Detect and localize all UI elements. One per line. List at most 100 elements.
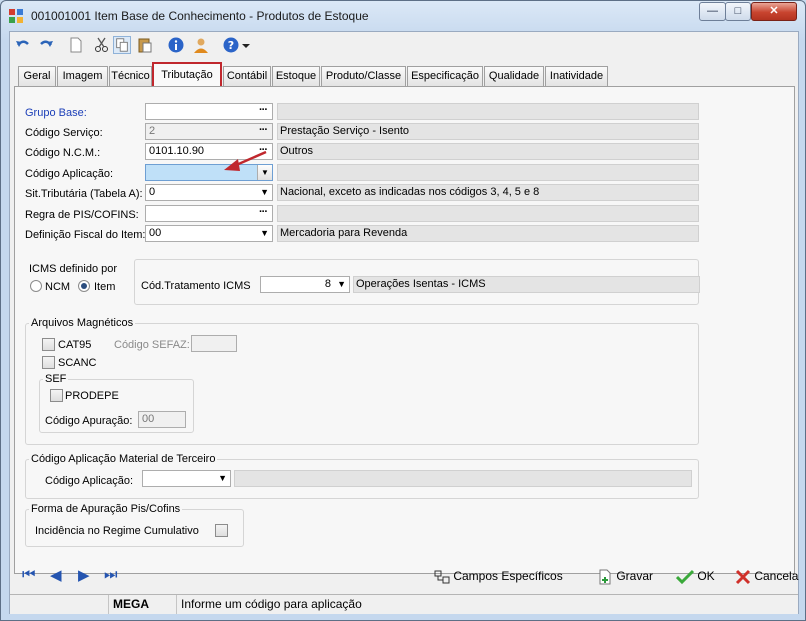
info-icon[interactable] bbox=[167, 36, 185, 54]
terceiro-aplicacao-desc bbox=[234, 470, 692, 487]
tratamento-select[interactable]: 8 ▼ bbox=[260, 276, 350, 293]
grupo-base-label: Grupo Base: bbox=[25, 107, 87, 119]
dropdown-icon[interactable] bbox=[240, 36, 252, 54]
tab-tributacao[interactable]: Tributação bbox=[152, 62, 222, 86]
definicao-fiscal-desc: Mercadoria para Revenda bbox=[277, 225, 699, 242]
regra-pis-desc bbox=[277, 205, 699, 222]
icms-tratamento-group: Cód.Tratamento ICMS 8 ▼ Operações Isenta… bbox=[134, 259, 700, 305]
redo-icon[interactable] bbox=[37, 36, 55, 54]
status-blank-segment bbox=[10, 595, 108, 614]
campos-especificos-button[interactable]: Campos Específicos bbox=[434, 566, 563, 586]
tab-qualidade[interactable]: Qualidade bbox=[484, 66, 544, 86]
tab-imagem[interactable]: Imagem bbox=[57, 66, 108, 86]
tab-inatividade[interactable]: Inatividade bbox=[545, 66, 608, 86]
tab-contabil[interactable]: Contábil bbox=[223, 66, 271, 86]
regra-pis-label: Regra de PIS/COFINS: bbox=[25, 209, 139, 221]
icms-item-radio[interactable] bbox=[78, 280, 90, 292]
paste-icon[interactable] bbox=[136, 36, 154, 54]
chevron-down-icon[interactable]: ▼ bbox=[260, 226, 269, 241]
codigo-ncm-desc: Outros bbox=[277, 143, 699, 160]
tab-geral[interactable]: Geral bbox=[18, 66, 56, 86]
cat95-checkbox[interactable] bbox=[42, 338, 55, 351]
scanc-checkbox[interactable] bbox=[42, 356, 55, 369]
cat95-label: CAT95 bbox=[58, 339, 92, 351]
last-record-icon[interactable]: ⏭ bbox=[104, 566, 118, 583]
close-button[interactable]: ✕ bbox=[751, 2, 797, 21]
sef-legend: SEF bbox=[45, 373, 67, 385]
title-bar[interactable]: 001001001 Item Base de Conhecimento - Pr… bbox=[1, 1, 805, 31]
client-area: ? Geral Imagem Técnico Tributação Contáb… bbox=[9, 31, 799, 614]
new-document-icon[interactable] bbox=[67, 36, 85, 54]
toolbar: ? bbox=[10, 32, 798, 60]
cancel-x-icon bbox=[735, 569, 751, 584]
gravar-button[interactable]: Gravar bbox=[597, 566, 653, 586]
sit-tributaria-label: Sit.Tributária (Tabela A): bbox=[25, 188, 143, 200]
svg-text:?: ? bbox=[228, 39, 234, 52]
sefaz-input[interactable] bbox=[191, 335, 237, 352]
apuracao-label: Código Apuração: bbox=[45, 415, 133, 427]
definicao-fiscal-select[interactable]: 00 ▼ bbox=[145, 225, 273, 242]
grupo-base-desc bbox=[277, 103, 699, 120]
prodepe-label: PRODEPE bbox=[65, 390, 119, 402]
cancela-label: Cancela bbox=[754, 569, 799, 583]
definicao-fiscal-label: Definição Fiscal do Item: bbox=[25, 229, 146, 241]
pis-cofins-legend: Forma de Apuração Pis/Cofins bbox=[31, 503, 181, 515]
regra-pis-input[interactable] bbox=[145, 205, 273, 222]
definicao-fiscal-value: 00 bbox=[149, 227, 162, 239]
sefaz-label: Código SEFAZ: bbox=[114, 339, 190, 351]
grupo-base-input[interactable] bbox=[145, 103, 273, 120]
terceiro-aplicacao-label: Código Aplicação: bbox=[45, 475, 134, 487]
undo-icon[interactable] bbox=[14, 36, 32, 54]
icms-item-label: Item bbox=[94, 281, 116, 293]
maximize-button[interactable]: □ bbox=[725, 2, 751, 21]
next-record-icon[interactable]: ▶ bbox=[78, 566, 90, 584]
sit-tributaria-desc: Nacional, exceto as indicadas nos código… bbox=[277, 184, 699, 201]
help-icon[interactable]: ? bbox=[222, 36, 240, 54]
icms-group-label: ICMS definido por bbox=[29, 263, 118, 275]
incidencia-checkbox[interactable] bbox=[215, 524, 228, 537]
first-record-icon[interactable]: ⏮ bbox=[22, 566, 36, 583]
codigo-aplicacao-desc bbox=[277, 164, 699, 181]
copy-icon[interactable] bbox=[113, 36, 131, 54]
incidencia-label: Incidência no Regime Cumulativo bbox=[35, 525, 199, 537]
check-icon bbox=[675, 569, 695, 584]
icms-ncm-label: NCM bbox=[45, 281, 71, 293]
codigo-servico-input[interactable]: 2 bbox=[145, 123, 273, 140]
app-icon bbox=[9, 9, 23, 23]
codigo-ncm-label: Código N.C.M.: bbox=[25, 147, 101, 159]
codigo-aplicacao-label: Código Aplicação: bbox=[25, 168, 114, 180]
chevron-down-icon[interactable]: ▼ bbox=[337, 277, 346, 292]
terceiro-aplicacao-select[interactable]: ▼ bbox=[142, 470, 231, 487]
previous-record-icon[interactable]: ◀ bbox=[50, 566, 62, 584]
window-title: 001001001 Item Base de Conhecimento - Pr… bbox=[31, 9, 369, 23]
cut-icon[interactable] bbox=[93, 36, 111, 54]
chevron-down-icon[interactable]: ▼ bbox=[260, 185, 269, 200]
tab-estoque[interactable]: Estoque bbox=[272, 66, 320, 86]
codigo-servico-desc: Prestação Serviço - Isento bbox=[277, 123, 699, 140]
gravar-label: Gravar bbox=[616, 569, 654, 583]
user-icon[interactable] bbox=[192, 36, 210, 54]
campos-especificos-label: Campos Específicos bbox=[453, 569, 563, 583]
tratamento-label: Cód.Tratamento ICMS bbox=[141, 280, 251, 292]
tab-produto-classe[interactable]: Produto/Classe bbox=[321, 66, 406, 86]
tab-strip: Geral Imagem Técnico Tributação Contábil… bbox=[14, 62, 798, 86]
icms-ncm-radio[interactable] bbox=[30, 280, 42, 292]
arquivos-legend: Arquivos Magnéticos bbox=[31, 317, 134, 329]
sit-tributaria-select[interactable]: 0 ▼ bbox=[145, 184, 273, 201]
prodepe-checkbox[interactable] bbox=[50, 389, 63, 402]
chevron-down-icon[interactable]: ▼ bbox=[218, 471, 227, 486]
red-arrow-icon bbox=[224, 150, 267, 171]
save-icon bbox=[599, 569, 611, 585]
tratamento-value: 8 bbox=[324, 278, 331, 290]
terceiro-legend: Código Aplicação Material de Terceiro bbox=[31, 453, 216, 465]
ok-label: OK bbox=[697, 569, 715, 583]
minimize-button[interactable]: — bbox=[699, 2, 726, 21]
tab-especificacao[interactable]: Especificação bbox=[407, 66, 483, 86]
tributacao-panel: Grupo Base: ··· Código Serviço: 2 ··· Pr… bbox=[14, 86, 795, 574]
tab-tecnico[interactable]: Técnico bbox=[109, 66, 152, 86]
ok-button[interactable]: OK bbox=[675, 566, 715, 586]
cancela-button[interactable]: Cancela bbox=[735, 566, 798, 586]
codigo-servico-label: Código Serviço: bbox=[25, 127, 103, 139]
fields-icon bbox=[434, 570, 450, 584]
apuracao-input[interactable]: 00 bbox=[138, 411, 186, 428]
